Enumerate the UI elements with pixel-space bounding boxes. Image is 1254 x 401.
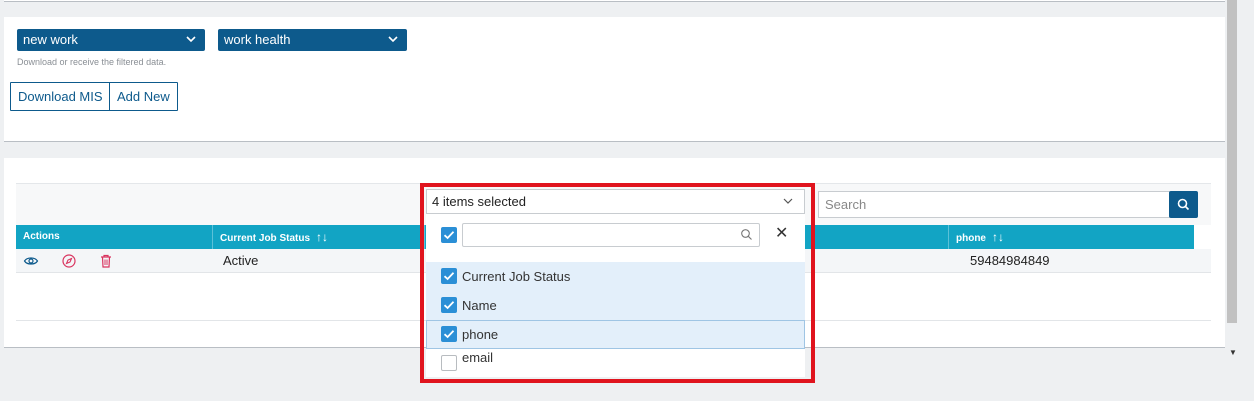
cell-phone: 59484984849 — [970, 253, 1050, 268]
filter-select-work-type-value: new work — [23, 32, 78, 47]
filter-select-category-value: work health — [224, 32, 291, 47]
chevron-down-icon — [388, 36, 398, 43]
column-header-label: Current Job Status — [220, 233, 311, 244]
filter-select-work-type[interactable]: new work — [17, 29, 205, 51]
page-scrollbar[interactable] — [1227, 0, 1237, 323]
eye-icon[interactable] — [23, 253, 39, 269]
chevron-down-icon — [186, 36, 196, 43]
search-input[interactable]: Search — [818, 191, 1170, 218]
add-new-button[interactable]: Add New — [109, 82, 178, 111]
download-mis-button[interactable]: Download MIS — [10, 82, 111, 111]
top-card-edge — [4, 0, 1225, 2]
column-header-actions: Actions — [16, 225, 213, 249]
sort-icon[interactable]: ↑↓ — [316, 230, 328, 244]
column-header-current-job-status[interactable]: Current Job Status ↑↓ — [213, 225, 425, 249]
filters-card: new work work health Download or receive… — [4, 17, 1225, 142]
search-icon — [1177, 198, 1190, 211]
filter-select-category[interactable]: work health — [218, 29, 407, 51]
filter-hint: Download or receive the filtered data. — [17, 57, 167, 67]
trash-icon[interactable] — [98, 253, 114, 269]
scroll-down-arrow-icon[interactable]: ▼ — [1229, 348, 1237, 357]
column-header-label: Actions — [23, 231, 60, 242]
column-header-label: phone — [956, 233, 986, 244]
search-button[interactable] — [1169, 191, 1198, 218]
highlight-box — [420, 183, 815, 383]
column-header-phone[interactable]: phone ↑↓ — [949, 225, 1194, 249]
sort-icon[interactable]: ↑↓ — [992, 230, 1004, 244]
cell-current-job-status: Active — [223, 253, 259, 268]
compass-icon[interactable] — [61, 253, 77, 269]
